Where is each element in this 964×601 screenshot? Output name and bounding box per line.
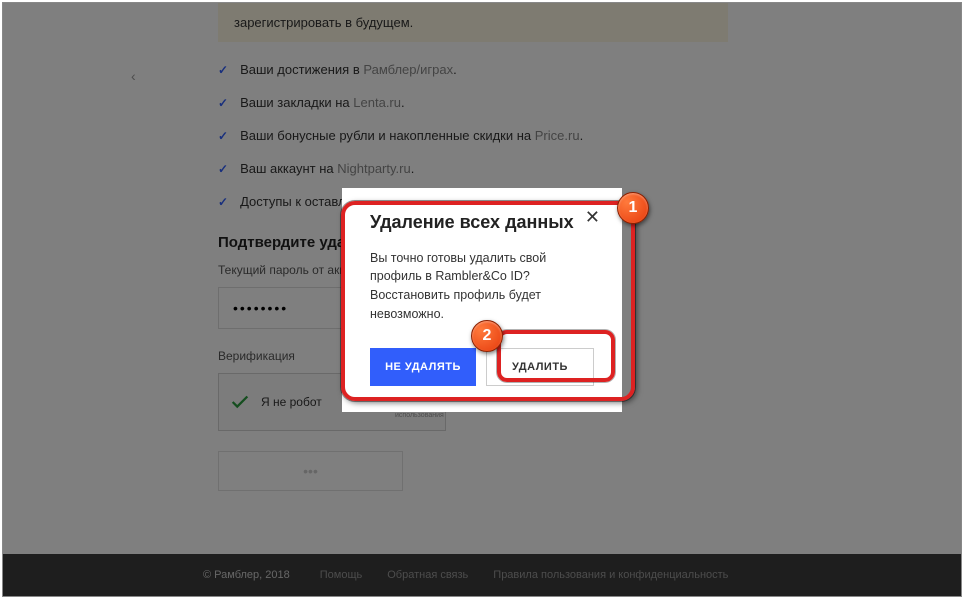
modal-overlay: ✕ Удаление всех данных Вы точно готовы у… (3, 3, 961, 596)
confirm-delete-button[interactable]: УДАЛИТЬ (486, 348, 594, 386)
annotation-number-1: 1 (617, 192, 649, 224)
modal-text: Вы точно готовы удалить свой профиль в R… (370, 249, 594, 324)
cancel-button[interactable]: НЕ УДАЛЯТЬ (370, 348, 476, 386)
annotation-number-2: 2 (471, 320, 503, 352)
modal-buttons: НЕ УДАЛЯТЬ УДАЛИТЬ (370, 348, 594, 386)
modal-title: Удаление всех данных (370, 212, 594, 233)
page-frame: ‹ зарегистрировать в будущем. ✓ Ваши дос… (2, 2, 962, 597)
close-icon[interactable]: ✕ (585, 208, 600, 226)
delete-confirmation-modal: ✕ Удаление всех данных Вы точно готовы у… (342, 188, 622, 412)
